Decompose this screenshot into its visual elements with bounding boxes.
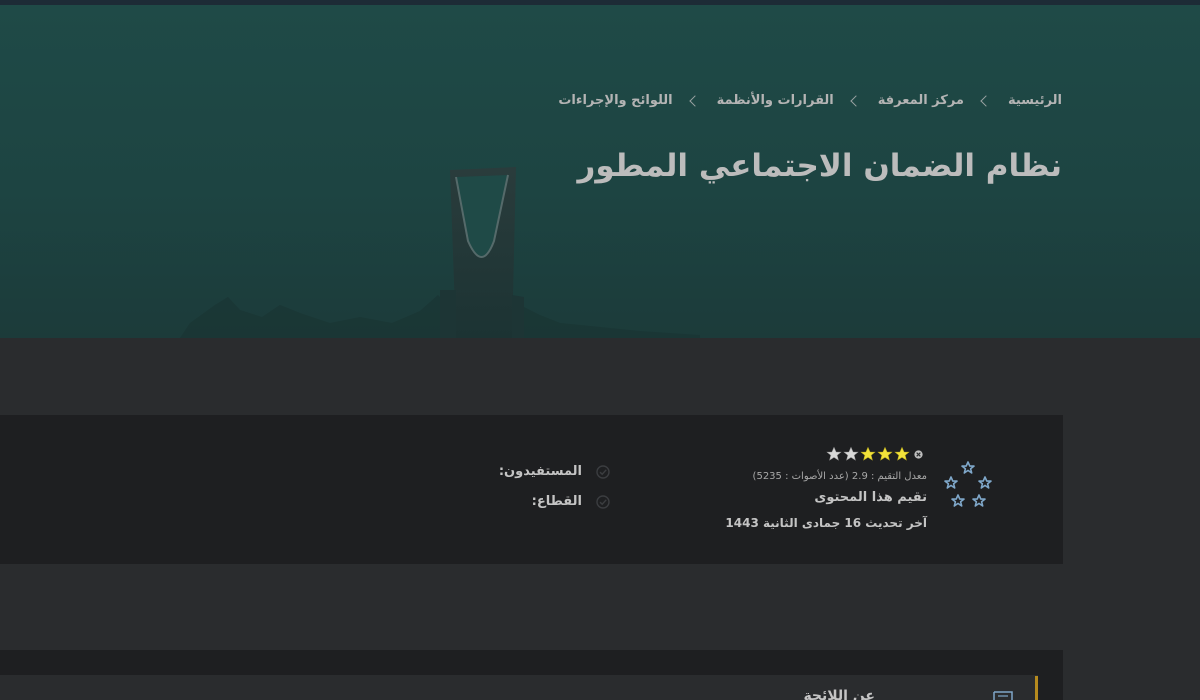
- chevron-left-icon: [850, 94, 862, 107]
- star-filled-icon[interactable]: [860, 446, 876, 462]
- document-icon: [993, 691, 1013, 700]
- beneficiaries-label: المستفيدون:: [498, 464, 582, 479]
- rating-summary: معدل التقيم : 2.9 (عدد الأصوات : 5235): [752, 471, 927, 482]
- section-title: عن اللائحة: [803, 688, 875, 700]
- clear-rating-icon[interactable]: [913, 449, 924, 460]
- breadcrumb-regulations[interactable]: اللوائح والإجراءات: [558, 93, 672, 108]
- sector-field: القطاع:: [532, 494, 610, 509]
- breadcrumb-home[interactable]: الرئيسية: [1008, 93, 1062, 108]
- star-empty-icon[interactable]: [826, 446, 842, 462]
- breadcrumb-decisions[interactable]: القرارات والأنظمة: [717, 93, 834, 108]
- stars-ring-icon: [944, 461, 992, 507]
- page-title: نظام الضمان الاجتماعي المطور: [577, 148, 1062, 184]
- sector-label: القطاع:: [531, 494, 582, 509]
- breadcrumb-knowledge-center[interactable]: مركز المعرفة: [878, 93, 964, 108]
- hero-banner: الرئيسية مركز المعرفة القرارات والأنظمة …: [0, 5, 1200, 338]
- star-rating[interactable]: [826, 446, 924, 462]
- breadcrumb: الرئيسية مركز المعرفة القرارات والأنظمة …: [558, 93, 1062, 108]
- rate-content-label: تقيم هذا المحتوى: [814, 490, 927, 505]
- check-circle-icon: [596, 464, 610, 479]
- star-empty-icon[interactable]: [843, 446, 859, 462]
- star-filled-icon[interactable]: [894, 446, 910, 462]
- chevron-left-icon: [688, 94, 701, 107]
- regulation-section-header: [0, 675, 1038, 700]
- chevron-left-icon: [980, 94, 992, 107]
- beneficiaries-field: المستفيدون:: [499, 464, 610, 479]
- last-update: آخر تحديث 16 جمادى الثانية 1443: [725, 516, 927, 530]
- check-circle-icon: [596, 494, 610, 509]
- section-accent-bar: [1035, 676, 1038, 700]
- star-filled-icon[interactable]: [877, 446, 893, 462]
